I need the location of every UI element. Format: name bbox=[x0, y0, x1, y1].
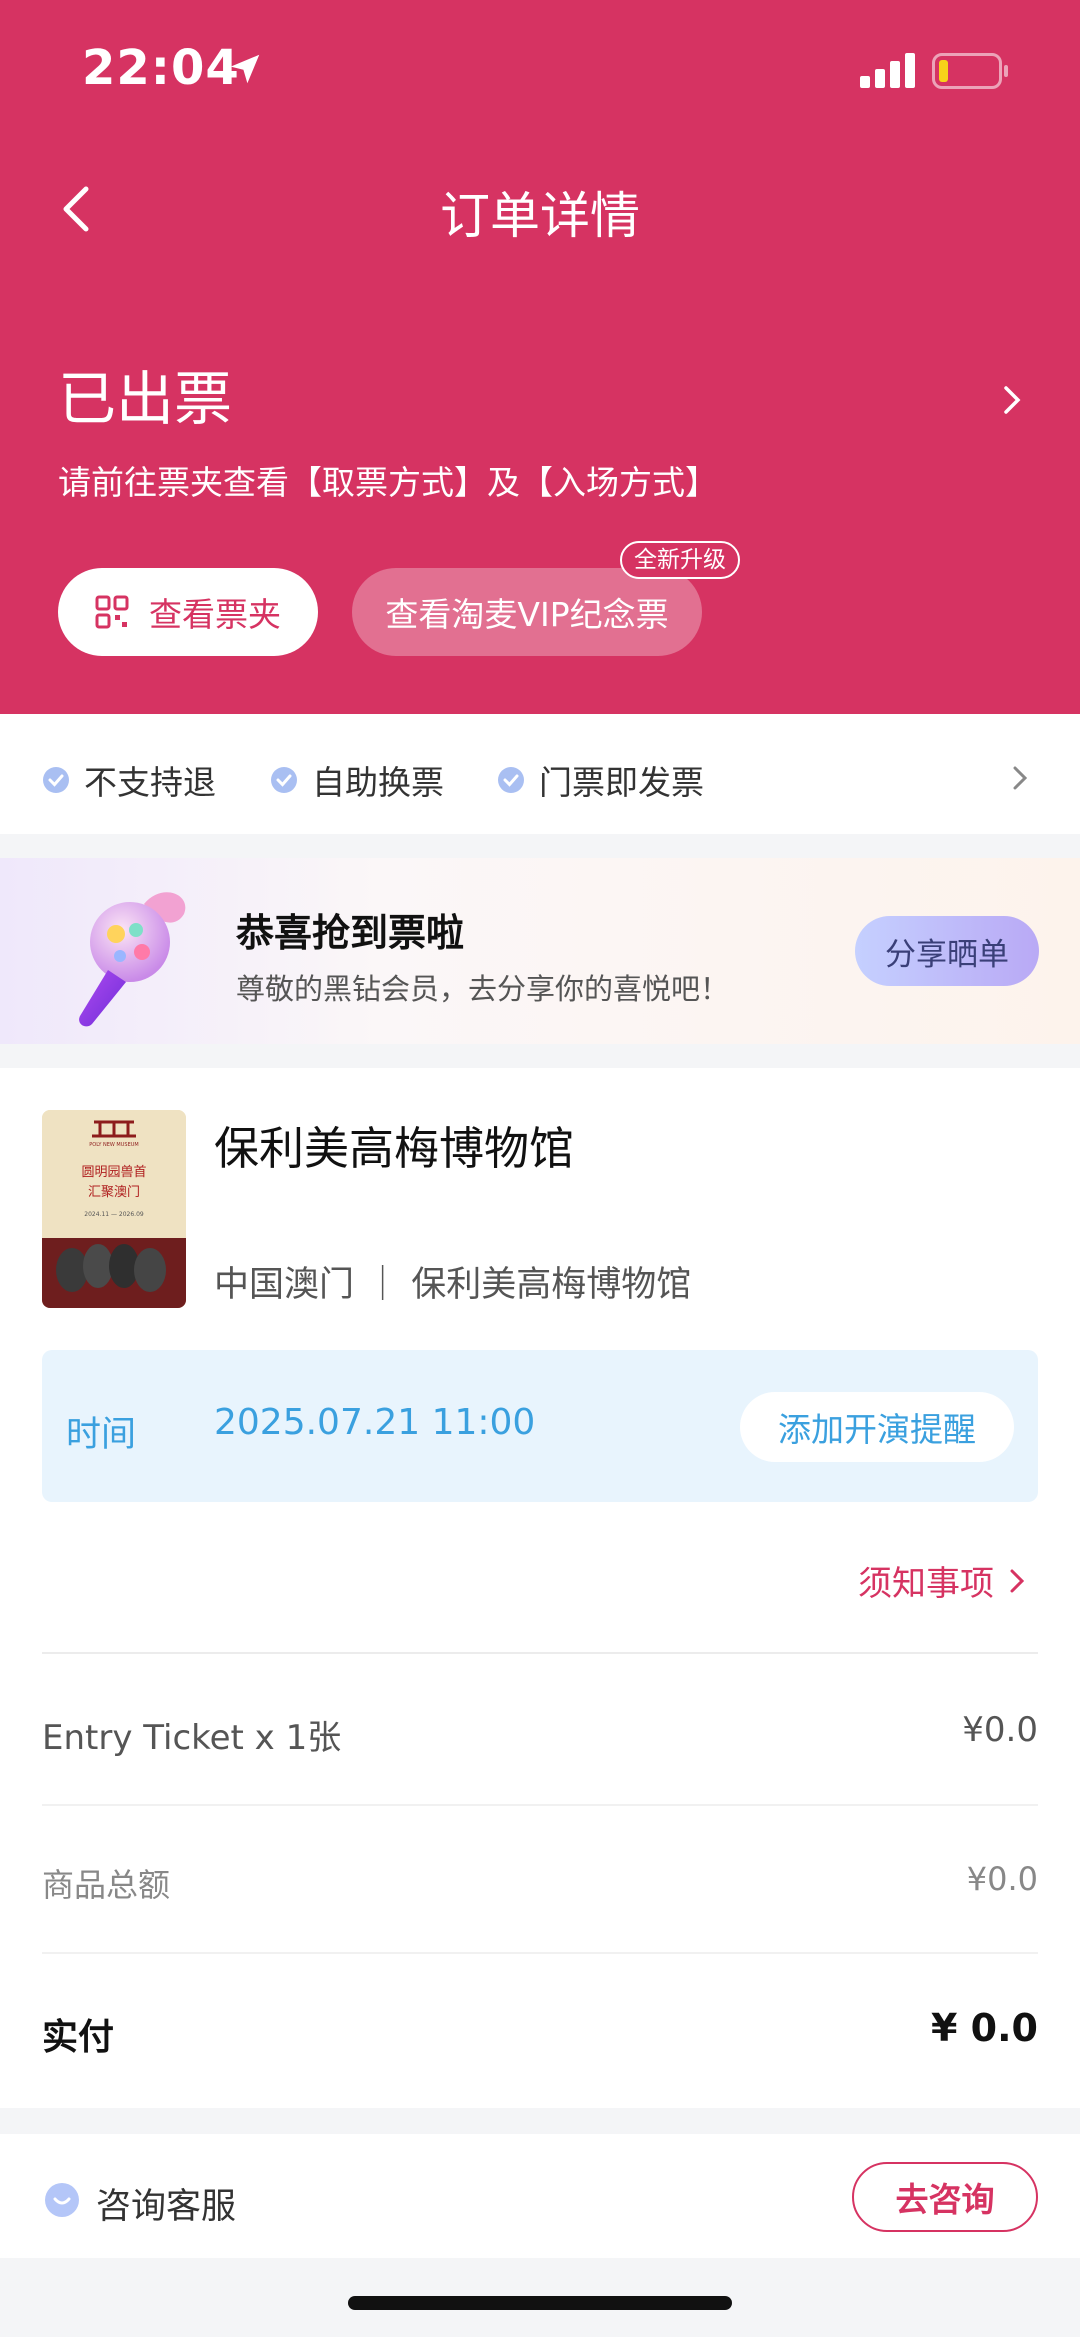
location-arrow-icon bbox=[230, 54, 260, 84]
ticket-status-title[interactable]: 已出票 bbox=[58, 352, 232, 436]
promo-subtitle: 尊敬的黑钻会员，去分享你的喜悦吧！ bbox=[236, 972, 730, 1006]
event-time-value: 2025.07.21 11:00 bbox=[214, 1402, 536, 1443]
paid-value: ¥ 0.0 bbox=[931, 2006, 1038, 2050]
chevron-right-icon bbox=[1010, 1569, 1025, 1592]
event-time-label: 时间 bbox=[66, 1415, 137, 1455]
poster-title-line1: 圆明园兽首 bbox=[81, 1165, 146, 1180]
ticket-item-price: ¥0.0 bbox=[962, 1710, 1038, 1750]
status-bar-time: 22:04 bbox=[82, 40, 240, 96]
chevron-right-icon[interactable] bbox=[1000, 380, 1024, 420]
poster-dates: 2024.11 — 2026.09 bbox=[84, 1211, 144, 1218]
poster-title-line2: 汇聚澳门 bbox=[88, 1184, 140, 1200]
divider bbox=[42, 1952, 1038, 1954]
subtotal-value: ¥0.0 bbox=[966, 1860, 1038, 1898]
home-indicator[interactable] bbox=[348, 2296, 732, 2310]
cellular-signal-icon bbox=[860, 52, 916, 88]
consult-button[interactable]: 去咨询 bbox=[852, 2162, 1038, 2232]
event-poster-image[interactable]: POLY NEW MUSEUM 圆明园兽首 汇聚澳门 2024.11 — 202… bbox=[42, 1110, 186, 1308]
ticket-status-description: 请前往票夹查看【取票方式】及【入场方式】 bbox=[58, 463, 718, 502]
poster-artwork: POLY NEW MUSEUM 圆明园兽首 汇聚澳门 2024.11 — 202… bbox=[42, 1110, 186, 1308]
divider bbox=[42, 1804, 1038, 1806]
subtotal-label: 商品总额 bbox=[42, 1866, 171, 1904]
divider bbox=[42, 1652, 1038, 1654]
light-stick-illustration-icon bbox=[79, 892, 186, 1027]
feature-no-refund: 不支持退 bbox=[42, 756, 216, 804]
event-venue: 中国澳门 ｜ 保利美高梅博物馆 bbox=[214, 1265, 692, 1305]
share-order-button[interactable]: 分享晒单 bbox=[855, 916, 1039, 986]
feature-self-exchange: 自助换票 bbox=[270, 756, 444, 804]
page-title: 订单详情 bbox=[440, 187, 640, 245]
order-status-header: 22:04 订单详情 已出票 请前往票夹查看【取票方式】及【入场方式】 查看票夹… bbox=[0, 0, 1080, 714]
paid-label: 实付 bbox=[42, 2017, 115, 2058]
view-vip-souvenir-ticket-button[interactable]: 查看淘麦VIP纪念票 bbox=[352, 568, 702, 656]
battery-icon bbox=[932, 53, 1008, 89]
view-ticket-wallet-label: 查看票夹 bbox=[149, 595, 281, 634]
new-upgrade-badge: 全新升级 bbox=[620, 541, 740, 579]
notice-link-label: 须知事项 bbox=[858, 1564, 994, 1604]
customer-service-chat-icon bbox=[45, 2183, 79, 2217]
event-title[interactable]: 保利美高梅博物馆 bbox=[214, 1112, 574, 1177]
add-show-reminder-button[interactable]: 添加开演提醒 bbox=[740, 1392, 1014, 1462]
promo-title: 恭喜抢到票啦 bbox=[236, 911, 465, 955]
check-circle-icon bbox=[498, 767, 524, 793]
ticket-item-label: Entry Ticket x 1张 bbox=[42, 1718, 342, 1758]
promo-banner: 恭喜抢到票啦 尊敬的黑钻会员，去分享你的喜悦吧！ 分享晒单 bbox=[0, 858, 1080, 1044]
customer-service-label[interactable]: 咨询客服 bbox=[96, 2178, 236, 2229]
ticket-wallet-icon bbox=[95, 595, 129, 629]
check-circle-icon bbox=[271, 767, 297, 793]
feature-ticket-as-invoice: 门票即发票 bbox=[497, 756, 704, 804]
poster-museum-name: POLY NEW MUSEUM bbox=[89, 1142, 138, 1148]
check-circle-icon bbox=[43, 767, 69, 793]
notice-link[interactable]: 须知事项 bbox=[858, 1556, 1026, 1605]
chevron-right-icon[interactable] bbox=[1010, 762, 1030, 794]
view-ticket-wallet-button[interactable]: 查看票夹 bbox=[58, 568, 318, 656]
